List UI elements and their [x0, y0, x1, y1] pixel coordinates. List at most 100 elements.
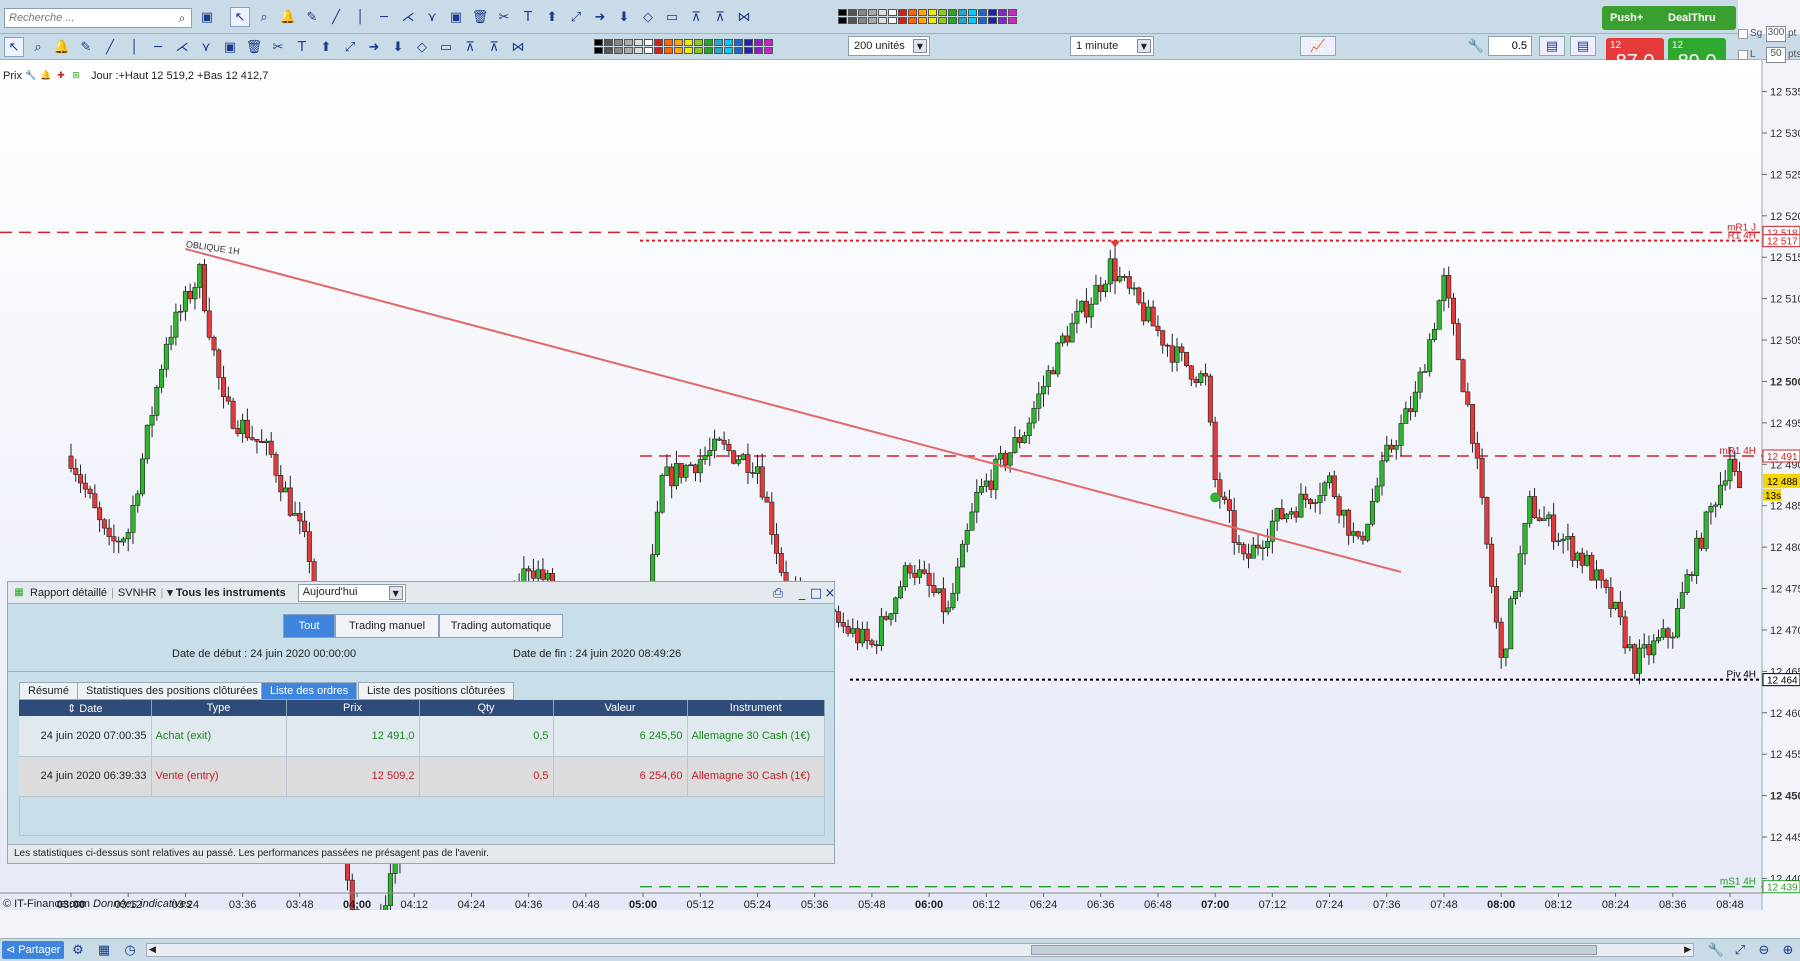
- color-swatch[interactable]: [978, 17, 987, 24]
- color-swatch[interactable]: [754, 47, 763, 54]
- col-prix[interactable]: Prix: [286, 700, 420, 716]
- color-swatch[interactable]: [684, 39, 693, 46]
- print-icon[interactable]: ⎙: [768, 583, 788, 603]
- color-swatch[interactable]: [694, 47, 703, 54]
- color-swatch[interactable]: [664, 47, 673, 54]
- color-swatch[interactable]: [878, 17, 887, 24]
- horizontal-scrollbar[interactable]: ◀ ▶: [146, 943, 1694, 957]
- channel-icon[interactable]: ⋌: [398, 7, 418, 27]
- color-swatch[interactable]: [754, 39, 763, 46]
- add-icon[interactable]: ✚: [55, 70, 67, 82]
- color-swatch[interactable]: [838, 17, 847, 24]
- sg-checkbox[interactable]: [1738, 29, 1748, 39]
- color-swatch[interactable]: [928, 9, 937, 16]
- color-swatch[interactable]: [684, 47, 693, 54]
- sell-order-icon[interactable]: ▤: [1570, 36, 1596, 56]
- col-date[interactable]: ⇕ Date: [19, 700, 152, 716]
- period-dropdown[interactable]: Aujourd'hui ▼: [297, 583, 406, 602]
- table-row[interactable]: 24 juin 2020 06:39:33 Vente (entry) 12 5…: [19, 756, 825, 797]
- box-icon[interactable]: ▣: [446, 7, 466, 27]
- hline-icon[interactable]: ─: [148, 37, 168, 57]
- color-swatch[interactable]: [958, 9, 967, 16]
- color-swatch[interactable]: [888, 17, 897, 24]
- cursor-icon[interactable]: ↖: [230, 7, 250, 27]
- text-icon[interactable]: T: [518, 7, 538, 27]
- triangle-alt-icon[interactable]: ⊼: [710, 7, 730, 27]
- color-swatch[interactable]: [704, 47, 713, 54]
- alert-icon[interactable]: 🔔: [52, 37, 72, 57]
- color-swatch[interactable]: [968, 17, 977, 24]
- arrow-up-icon[interactable]: ⬆: [316, 37, 336, 57]
- share-button[interactable]: ⊲ Partager: [2, 941, 64, 959]
- dealthru-button[interactable]: DealThru: [1660, 6, 1736, 30]
- color-swatch[interactable]: [848, 9, 857, 16]
- calculator-icon[interactable]: ▦: [94, 940, 114, 960]
- color-swatch[interactable]: [634, 39, 643, 46]
- cut-icon[interactable]: ✂: [268, 37, 288, 57]
- arrow-up-icon[interactable]: ⬆: [542, 7, 562, 27]
- scroll-thumb[interactable]: [1031, 945, 1597, 955]
- color-swatch[interactable]: [938, 9, 947, 16]
- indicators-icon[interactable]: 📈: [1300, 36, 1336, 56]
- push-button[interactable]: Push+: [1602, 6, 1666, 30]
- ruler-icon[interactable]: ✎: [302, 7, 322, 27]
- trash-icon[interactable]: 🗑: [244, 37, 264, 57]
- color-swatch[interactable]: [624, 39, 633, 46]
- arrow-right-icon[interactable]: ➜: [590, 7, 610, 27]
- arrow-diag-icon[interactable]: ⤢: [340, 37, 360, 57]
- tab-resume[interactable]: Résumé: [19, 682, 78, 700]
- color-swatch[interactable]: [1008, 9, 1017, 16]
- arrow-down-icon[interactable]: ⬇: [388, 37, 408, 57]
- triangle-icon[interactable]: ⊼: [460, 37, 480, 57]
- scroll-right-icon[interactable]: ▶: [1684, 944, 1691, 955]
- zoom-icon[interactable]: ⌕: [28, 37, 48, 57]
- color-swatch[interactable]: [624, 47, 633, 54]
- color-swatch[interactable]: [948, 9, 957, 16]
- color-swatch[interactable]: [734, 47, 743, 54]
- color-swatch[interactable]: [674, 39, 683, 46]
- arrow-down-icon[interactable]: ⬇: [614, 7, 634, 27]
- color-swatch[interactable]: [634, 47, 643, 54]
- color-swatch[interactable]: [838, 9, 847, 16]
- col-qty[interactable]: Qty: [419, 700, 554, 716]
- color-swatch[interactable]: [898, 9, 907, 16]
- zoom-icon[interactable]: ⌕: [254, 7, 274, 27]
- color-swatch[interactable]: [704, 39, 713, 46]
- zoom-in-icon[interactable]: ⊕: [1778, 940, 1798, 960]
- fan-icon[interactable]: ⋎: [422, 7, 442, 27]
- color-swatch[interactable]: [858, 17, 867, 24]
- color-swatch[interactable]: [714, 39, 723, 46]
- search-input[interactable]: [4, 8, 192, 28]
- color-swatch[interactable]: [918, 17, 927, 24]
- settings-icon[interactable]: ⚙: [68, 940, 88, 960]
- color-swatch[interactable]: [898, 17, 907, 24]
- color-swatch[interactable]: [614, 47, 623, 54]
- col-type[interactable]: Type: [151, 700, 287, 716]
- quantity-input[interactable]: [1488, 36, 1532, 56]
- seg-manuel[interactable]: Trading manuel: [335, 614, 439, 638]
- color-swatch[interactable]: [968, 9, 977, 16]
- color-swatch[interactable]: [594, 39, 603, 46]
- seg-tout[interactable]: Tout: [283, 614, 335, 638]
- vline-icon[interactable]: │: [124, 37, 144, 57]
- fib-icon[interactable]: ⋈: [734, 7, 754, 27]
- color-swatch[interactable]: [908, 17, 917, 24]
- polygon-icon[interactable]: ◇: [412, 37, 432, 57]
- color-swatch[interactable]: [764, 39, 773, 46]
- tab-orders[interactable]: Liste des ordres: [261, 682, 358, 700]
- color-swatch[interactable]: [654, 47, 663, 54]
- col-instrument[interactable]: Instrument: [687, 700, 825, 716]
- units-dropdown[interactable]: 200 unités ▼: [848, 36, 930, 56]
- color-swatch[interactable]: [744, 47, 753, 54]
- color-swatch[interactable]: [644, 47, 653, 54]
- tab-stats[interactable]: Statistiques des positions clôturées: [77, 682, 267, 700]
- color-swatch[interactable]: [724, 39, 733, 46]
- color-swatch[interactable]: [888, 9, 897, 16]
- color-swatch[interactable]: [664, 39, 673, 46]
- rect-icon[interactable]: ▭: [436, 37, 456, 57]
- text-icon[interactable]: T: [292, 37, 312, 57]
- arrow-diag-icon[interactable]: ⤢: [566, 7, 586, 27]
- color-swatch[interactable]: [1008, 17, 1017, 24]
- channel-icon[interactable]: ⋌: [172, 37, 192, 57]
- color-swatch[interactable]: [614, 39, 623, 46]
